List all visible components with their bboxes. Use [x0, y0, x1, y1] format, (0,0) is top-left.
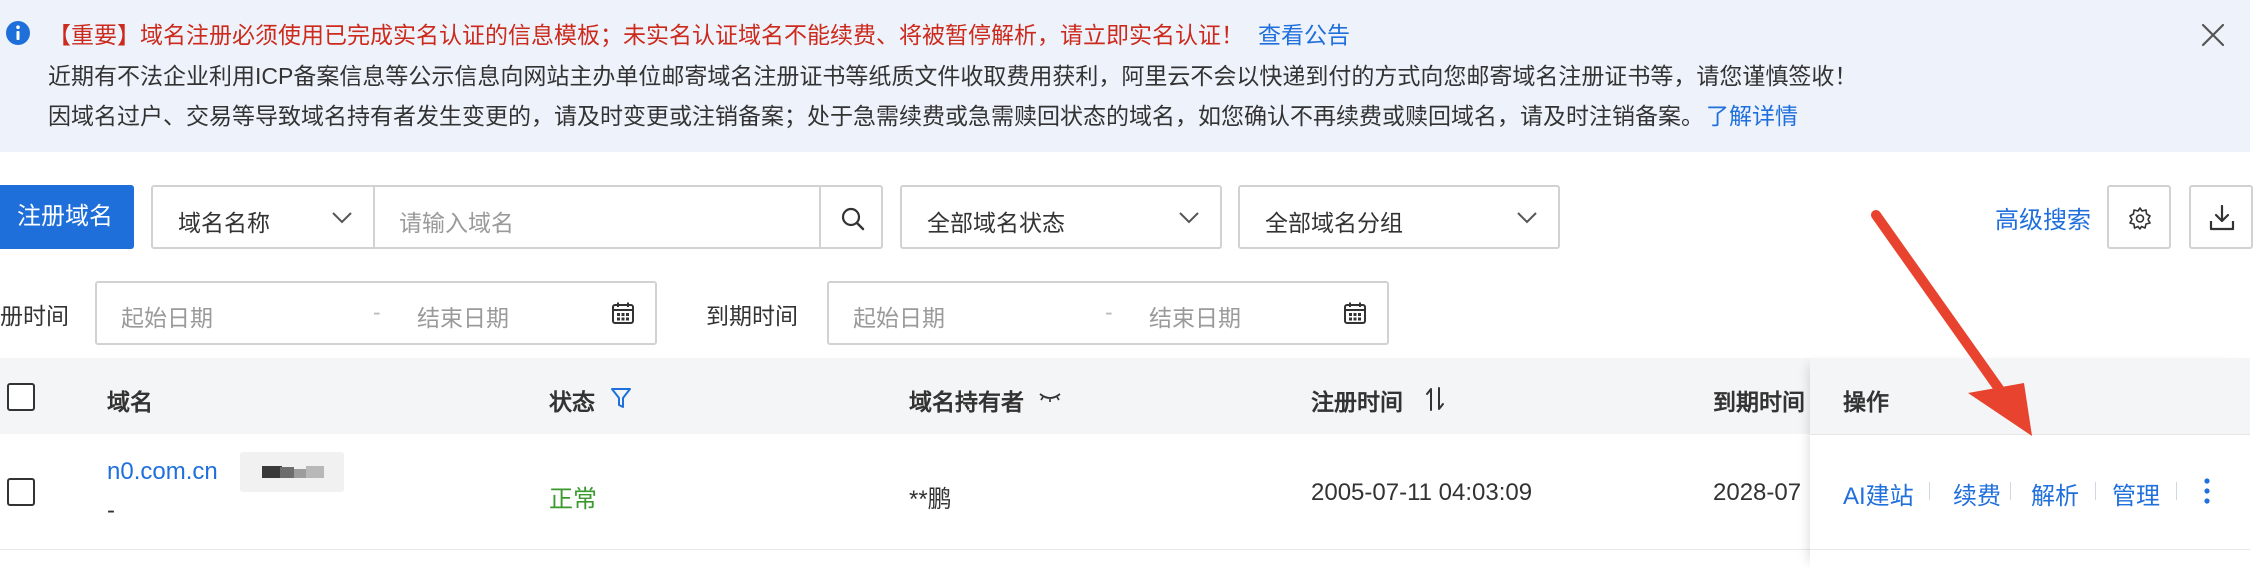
- view-announcement-link[interactable]: 查看公告: [1258, 22, 1350, 48]
- renew-link[interactable]: 续费: [1953, 476, 2001, 511]
- chevron-down-icon: [332, 212, 352, 224]
- close-icon[interactable]: [2200, 22, 2226, 48]
- register-domain-button[interactable]: 注册域名: [0, 185, 134, 249]
- more-actions-icon[interactable]: [2203, 477, 2211, 505]
- chevron-down-icon: [1179, 212, 1199, 224]
- ai-site-builder-link[interactable]: AI建站: [1843, 476, 1914, 511]
- advanced-search-link[interactable]: 高级搜索: [1995, 200, 2091, 235]
- sort-icon[interactable]: [1425, 386, 1445, 412]
- notice-line-scam-warning: 近期有不法企业利用ICP备案信息等公示信息向网站主办单位邮寄域名注册证书等纸质文…: [48, 63, 1858, 89]
- filter-icon[interactable]: [610, 386, 632, 410]
- domain-search-input[interactable]: 请输入域名: [373, 185, 821, 249]
- date-separator: -: [1105, 299, 1113, 325]
- search-type-select[interactable]: 域名名称: [151, 185, 375, 249]
- column-header-actions: 操作: [1843, 389, 1889, 415]
- search-type-label: 域名名称: [178, 210, 270, 236]
- search-placeholder: 请输入域名: [399, 210, 514, 236]
- status-filter-label: 全部域名状态: [927, 210, 1065, 236]
- export-button[interactable]: [2189, 185, 2253, 249]
- domain-name-link[interactable]: n0.com.cn: [107, 458, 218, 486]
- registration-time: 2005-07-11 04:03:09: [1311, 479, 1533, 506]
- calendar-icon: [1344, 302, 1366, 324]
- search-icon: [841, 207, 865, 231]
- date-separator: -: [373, 299, 381, 325]
- status-normal: 正常: [549, 486, 597, 513]
- expiry-time: 2028-07: [1713, 479, 1802, 506]
- action-divider: [2176, 482, 2177, 500]
- search-button[interactable]: [819, 185, 883, 249]
- column-header-expiry: 到期时间: [1713, 389, 1805, 415]
- registration-time-label: 册时间: [0, 303, 69, 329]
- domain-status-select[interactable]: 全部域名状态: [900, 185, 1222, 249]
- holder-name: **鹏: [909, 486, 952, 513]
- eye-closed-icon[interactable]: [1038, 390, 1062, 404]
- learn-more-link[interactable]: 了解详情: [1706, 103, 1798, 129]
- expiry-date-range[interactable]: 起始日期 - 结束日期: [827, 281, 1389, 345]
- expiry-time-label: 到期时间: [706, 303, 798, 329]
- redacted-tag: [240, 452, 344, 492]
- column-header-reg-time: 注册时间: [1311, 389, 1403, 415]
- download-icon: [2209, 204, 2235, 231]
- action-divider: [2095, 482, 2096, 500]
- domain-group-select[interactable]: 全部域名分组: [1238, 185, 1560, 249]
- action-divider: [1929, 482, 1930, 500]
- notice-line-important: 【重要】域名注册必须使用已完成实名认证的信息模板；未实名认证域名不能续费、将被暂…: [48, 22, 1350, 48]
- dns-resolve-link[interactable]: 解析: [2031, 476, 2079, 511]
- action-divider: [2010, 482, 2011, 500]
- calendar-icon: [612, 302, 634, 324]
- column-header-holder: 域名持有者: [909, 389, 1024, 415]
- group-filter-label: 全部域名分组: [1265, 210, 1403, 236]
- info-icon: [6, 21, 30, 45]
- chevron-down-icon: [1517, 212, 1537, 224]
- select-all-checkbox[interactable]: [7, 383, 35, 411]
- settings-button[interactable]: [2107, 185, 2171, 249]
- column-header-status: 状态: [549, 389, 595, 415]
- registration-date-range[interactable]: 起始日期 - 结束日期: [95, 281, 657, 345]
- start-date-placeholder: 起始日期: [121, 305, 213, 331]
- notice-line-filing: 因域名过户、交易等导致域名持有者发生变更的，请及时变更或注销备案；处于急需续费或…: [48, 103, 1798, 129]
- gear-icon: [2129, 207, 2151, 230]
- start-date-placeholder: 起始日期: [853, 305, 945, 331]
- column-header-domain: 域名: [107, 389, 153, 415]
- end-date-placeholder: 结束日期: [1149, 305, 1241, 331]
- manage-link[interactable]: 管理: [2112, 476, 2160, 511]
- end-date-placeholder: 结束日期: [417, 305, 509, 331]
- domain-sub-text: -: [107, 497, 115, 524]
- row-checkbox[interactable]: [7, 478, 35, 506]
